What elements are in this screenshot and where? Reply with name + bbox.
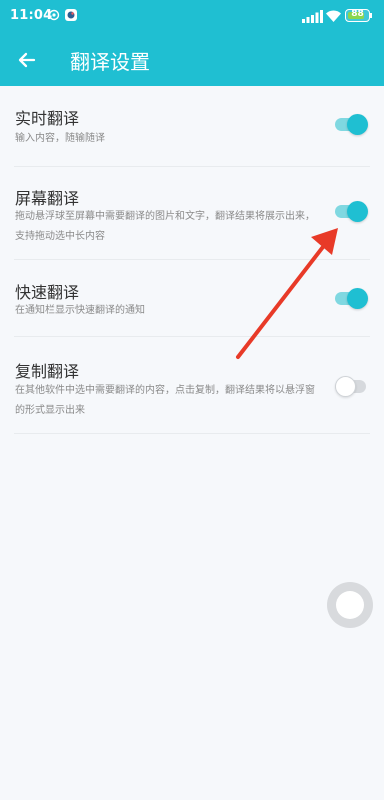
divider bbox=[14, 433, 370, 434]
battery-indicator: 88 bbox=[345, 9, 370, 22]
toggle-thumb bbox=[347, 201, 368, 222]
floating-translation-ball[interactable] bbox=[327, 582, 373, 628]
setting-row-quick-translation: 快速翻译 在通知栏显示快速翻译的通知 bbox=[0, 260, 384, 336]
status-time: 11:04 bbox=[10, 8, 53, 23]
setting-description: 在其他软件中选中需要翻译的内容，点击复制，翻译结果将以悬浮窗的形式显示出来 bbox=[15, 385, 315, 416]
setting-description: 输入内容，随输随译 bbox=[15, 133, 105, 144]
cellular-signal-icon bbox=[302, 10, 323, 23]
app-bar: 翻译设置 bbox=[0, 34, 384, 86]
setting-title: 实时翻译 bbox=[15, 109, 80, 128]
back-button[interactable] bbox=[10, 43, 44, 77]
toggle-thumb bbox=[335, 376, 356, 397]
settings-list: 实时翻译 输入内容，随输随译 屏幕翻译 拖动悬浮球至屏幕中需要翻译的图片和文字，… bbox=[0, 86, 384, 800]
setting-description: 拖动悬浮球至屏幕中需要翻译的图片和文字，翻译结果将展示出来，支持拖动选中长内容 bbox=[15, 211, 315, 242]
copy-translation-toggle[interactable] bbox=[335, 375, 368, 398]
setting-description: 在通知栏显示快速翻译的通知 bbox=[15, 305, 145, 316]
screen-translation-toggle[interactable] bbox=[335, 200, 368, 223]
setting-title: 快速翻译 bbox=[15, 283, 80, 302]
setting-title: 复制翻译 bbox=[15, 362, 80, 381]
page-title: 翻译设置 bbox=[70, 50, 150, 74]
setting-row-copy-translation: 复制翻译 在其他软件中选中需要翻译的内容，点击复制，翻译结果将以悬浮窗的形式显示… bbox=[0, 337, 384, 433]
setting-row-screen-translation: 屏幕翻译 拖动悬浮球至屏幕中需要翻译的图片和文字，翻译结果将展示出来，支持拖动选… bbox=[0, 167, 384, 259]
battery-tip bbox=[370, 13, 372, 18]
floating-ball-center bbox=[336, 591, 364, 619]
status-bar: 11:04 88 bbox=[0, 0, 384, 34]
sync-notification-icon bbox=[48, 9, 60, 21]
toggle-thumb bbox=[347, 114, 368, 135]
toggle-thumb bbox=[347, 288, 368, 309]
app-notification-icon bbox=[65, 9, 77, 21]
wifi-icon bbox=[326, 10, 341, 22]
battery-level-text: 88 bbox=[351, 9, 364, 19]
setting-title: 屏幕翻译 bbox=[15, 189, 80, 208]
quick-translation-toggle[interactable] bbox=[335, 287, 368, 310]
setting-row-realtime-translation: 实时翻译 输入内容，随输随译 bbox=[0, 86, 384, 166]
realtime-translation-toggle[interactable] bbox=[335, 113, 368, 136]
arrow-left-icon bbox=[18, 52, 36, 68]
